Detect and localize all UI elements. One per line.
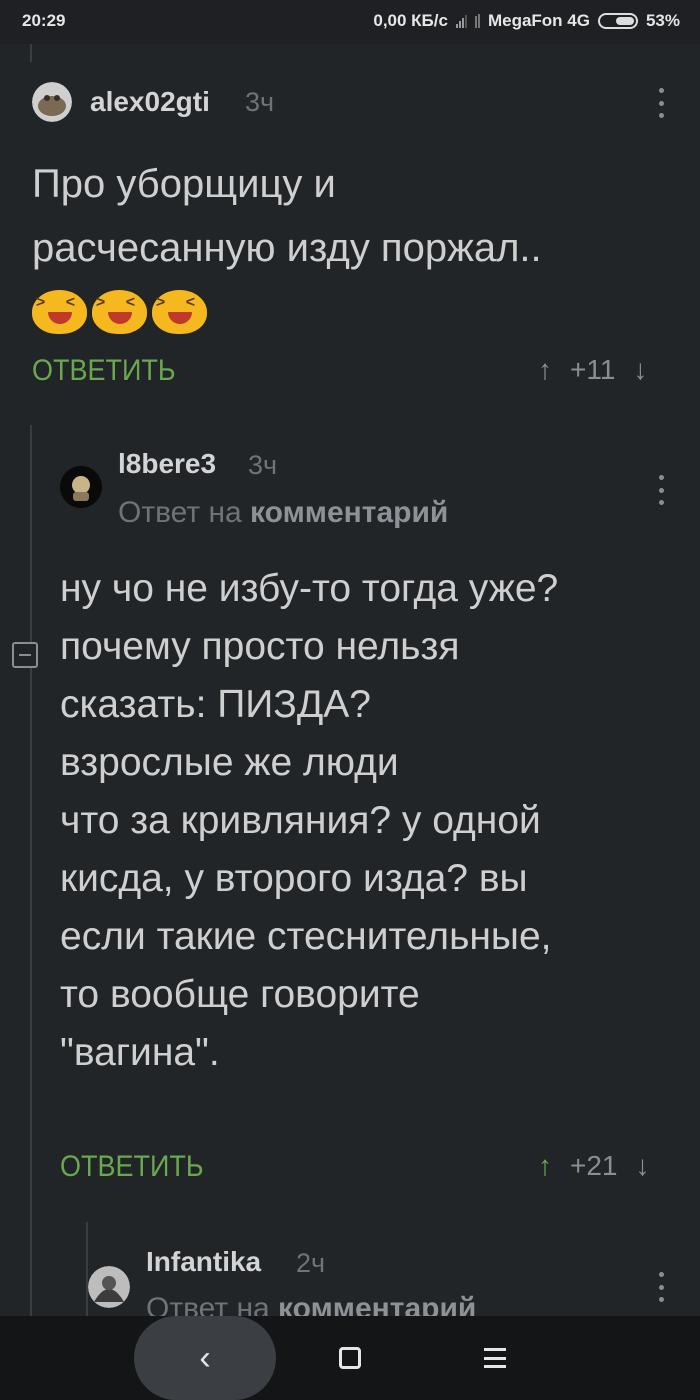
- comment-time: 2ч: [296, 1248, 326, 1278]
- reply-to-link[interactable]: комментарий: [278, 1292, 476, 1316]
- home-button-icon[interactable]: [339, 1347, 361, 1369]
- system-nav-bar: ‹: [0, 1316, 700, 1400]
- comment-infantika: Infantika 2ч Ответ на комментарий: [0, 0, 700, 1316]
- reply-to-label: Ответ на комментарий: [146, 1292, 476, 1316]
- back-icon: ‹: [199, 1338, 211, 1377]
- more-options-icon[interactable]: [656, 1272, 666, 1302]
- back-button[interactable]: ‹: [134, 1316, 276, 1400]
- avatar[interactable]: [88, 1266, 130, 1308]
- username[interactable]: Infantika: [146, 1246, 261, 1278]
- menu-button-icon[interactable]: [484, 1348, 506, 1368]
